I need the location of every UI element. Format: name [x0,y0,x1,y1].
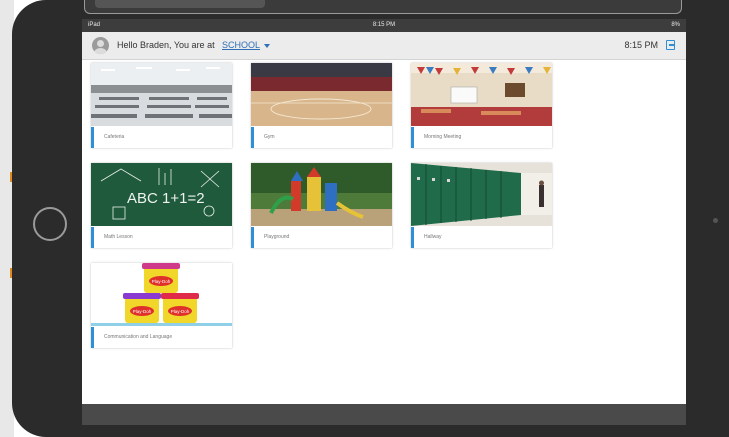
device-top-frame [84,0,682,14]
tile-cafeteria[interactable]: Cafeteria [91,63,232,148]
brand-text: Play-Doh [133,309,152,314]
playground-photo [251,163,392,226]
status-bar: iPad 8:15 PM 8% [82,19,686,32]
gym-photo [251,63,392,126]
brand-text: Play-Doh [171,309,190,314]
cafeteria-photo [91,63,232,126]
play-doh-photo: Play-Doh Play-Doh Play-Doh [91,263,232,326]
tile-label: Playground [251,227,392,248]
bottom-bar [82,404,686,425]
tile-playground[interactable]: Playground [251,163,392,248]
hallway-photo [411,163,552,226]
tile-label: Communication and Language [91,327,232,348]
header-clock: 8:15 PM [624,40,658,50]
tile-label: Hallway [411,227,552,248]
app-header: Hello Braden, You are at SCHOOL 8:15 PM [82,32,686,60]
brand-text: Play-Doh [152,279,171,284]
status-battery: 8% [671,22,680,28]
avatar[interactable] [92,37,109,54]
logout-icon[interactable] [666,40,675,50]
tile-math-lesson[interactable]: ABC 1+1=2 Math Lesson [91,163,232,248]
tile-label: Morning Meeting [411,127,552,148]
status-time: 8:15 PM [372,22,396,28]
tile-label: Math Lesson [91,227,232,248]
tile-gym[interactable]: Gym [251,63,392,148]
greeting-text: Hello Braden, You are at [117,40,215,50]
tile-hallway[interactable]: Hallway [411,163,552,248]
tile-label: Cafeteria [91,127,232,148]
tile-communication-language[interactable]: Play-Doh Play-Doh Play-Doh Communication… [91,263,232,348]
tile-label: Gym [251,127,392,148]
home-button[interactable] [33,207,67,241]
location-grid: Cafeteria Gym Morning Meeting ABC 1+1=2 … [91,63,681,363]
camera-dot [713,218,718,223]
classroom-photo [411,63,552,126]
app-screen: iPad 8:15 PM 8% Hello Braden, You are at… [82,19,686,425]
location-dropdown[interactable]: SCHOOL [222,40,260,50]
tile-morning-meeting[interactable]: Morning Meeting [411,63,552,148]
chevron-down-icon[interactable] [264,44,270,48]
chalkboard-text: ABC 1+1=2 [127,190,205,207]
chalkboard-photo: ABC 1+1=2 [91,163,232,226]
